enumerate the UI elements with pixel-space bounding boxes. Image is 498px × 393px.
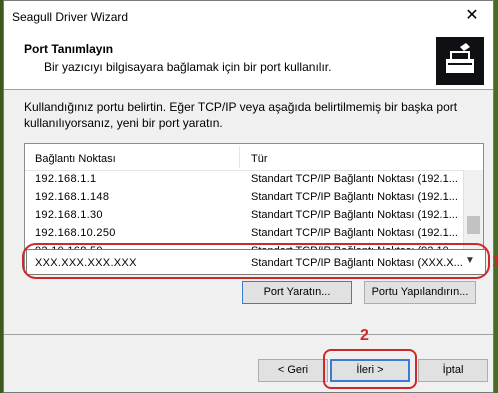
cancel-button[interactable]: İptal <box>418 359 488 382</box>
port-name: 192.168.1.30 <box>35 209 103 221</box>
table-row[interactable]: 192.168.1.1 Standart TCP/IP Bağlantı Nok… <box>25 170 465 188</box>
window-title: Seagull Driver Wizard <box>12 10 129 24</box>
wizard-window: Seagull Driver Wizard ✕ Port Tanımlayın … <box>3 0 498 393</box>
column-header-type[interactable]: Tür <box>251 153 268 165</box>
annotation-marker-2: 2 <box>360 327 369 344</box>
page-title: Port Tanımlayın <box>24 42 114 56</box>
table-row[interactable]: 192.168.1.30 Standart TCP/IP Bağlantı No… <box>25 206 465 224</box>
back-button[interactable]: < Geri <box>258 359 328 382</box>
port-name: 192.168.10.250 <box>35 227 116 239</box>
column-separator[interactable] <box>239 146 240 168</box>
close-icon[interactable]: ✕ <box>457 4 487 28</box>
port-name: 192.168.1.148 <box>35 191 110 203</box>
port-type: Standart TCP/IP Bağlantı Noktası (192.1.… <box>251 209 458 221</box>
scrollbar-thumb[interactable] <box>467 216 480 234</box>
annotation-highlight-next <box>323 349 417 389</box>
annotation-marker-1: 1 <box>492 253 498 270</box>
wizard-header: Port Tanımlayın Bir yazıcıyı bilgisayara… <box>4 33 493 90</box>
table-row[interactable]: 192.168.10.250 Standart TCP/IP Bağlantı … <box>25 224 465 242</box>
port-type: Standart TCP/IP Bağlantı Noktası (192.1.… <box>251 227 458 239</box>
column-header-port[interactable]: Bağlantı Noktası <box>35 153 116 165</box>
table-row[interactable]: 192.168.1.148 Standart TCP/IP Bağlantı N… <box>25 188 465 206</box>
annotation-highlight-port <box>22 243 490 279</box>
instructions-text: Kullandığınız portu belirtin. Eğer TCP/I… <box>24 100 458 130</box>
title-bar: Seagull Driver Wizard ✕ <box>4 1 493 33</box>
list-scrollbar[interactable] <box>463 170 483 252</box>
desktop-background <box>494 0 498 393</box>
configure-port-button[interactable]: Portu Yapılandırın... <box>364 281 476 304</box>
list-header: Bağlantı Noktası Tür <box>25 144 465 171</box>
port-type: Standart TCP/IP Bağlantı Noktası (192.1.… <box>251 173 458 185</box>
port-name: 192.168.1.1 <box>35 173 97 185</box>
create-port-button[interactable]: Port Yaratın... <box>242 281 352 304</box>
page-subtitle: Bir yazıcıyı bilgisayara bağlamak için b… <box>44 60 332 74</box>
printer-icon <box>436 37 484 85</box>
port-type: Standart TCP/IP Bağlantı Noktası (192.1.… <box>251 191 458 203</box>
footer-divider <box>4 334 493 335</box>
